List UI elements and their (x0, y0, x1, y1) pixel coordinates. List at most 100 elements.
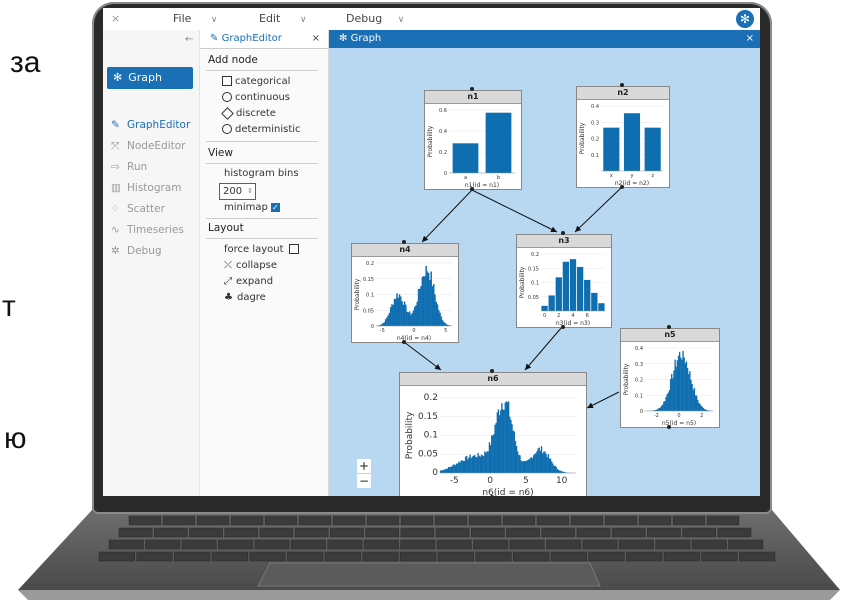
node-port[interactable] (667, 425, 671, 429)
bar (598, 303, 605, 311)
histogram-bins-input[interactable]: 200 ⇕ (219, 183, 256, 200)
graph-edge (471, 189, 558, 233)
y-axis-label: Probability (579, 122, 586, 154)
sidebar-item-grapheditor[interactable]: ✎ GraphEditor (111, 119, 190, 131)
window-close-icon[interactable]: × (111, 12, 120, 25)
add-discrete-node[interactable]: discrete (221, 106, 276, 120)
node-port[interactable] (620, 83, 624, 87)
keyboard-key (626, 551, 663, 562)
bar (555, 277, 562, 311)
graph-button[interactable]: ✻ Graph (107, 67, 193, 89)
sidebar-item-histogram[interactable]: ▥ Histogram (111, 182, 181, 194)
y-tick-label: 0.05 (363, 308, 374, 314)
bar (485, 112, 512, 173)
add-continuous-node[interactable]: continuous (222, 92, 290, 103)
node-port[interactable] (402, 240, 406, 244)
menu-debug[interactable]: Debug ∨ (346, 12, 404, 25)
histogram-bin (509, 416, 511, 473)
sidebar-item-nodeeditor[interactable]: ⤧ NodeEditor (111, 140, 185, 153)
histogram-bin (444, 322, 446, 326)
node-port[interactable] (490, 495, 494, 496)
add-deterministic-node[interactable]: deterministic (222, 124, 301, 135)
keyboard-key (224, 527, 259, 538)
node-port[interactable] (490, 369, 494, 373)
keyboard-key (728, 539, 764, 550)
y-tick-label: 0.1 (424, 431, 438, 441)
zoom-out-button[interactable]: − (357, 474, 371, 488)
node-port[interactable] (620, 185, 624, 189)
sidebar-item-scatter[interactable]: ⁘ Scatter (111, 203, 165, 215)
histogram-bin (391, 304, 393, 326)
histogram-bin (503, 409, 505, 473)
node-port[interactable] (667, 325, 671, 329)
node-port[interactable] (470, 187, 474, 191)
menu-file[interactable]: File ∨ (173, 12, 218, 25)
histogram-bin (480, 454, 483, 473)
dagre-icon: ♣ (224, 292, 233, 303)
expand-button[interactable]: ⤢ expand (224, 276, 273, 287)
histogram-bin (434, 294, 436, 326)
zoom-in-button[interactable]: + (357, 459, 371, 473)
histogram-bin (471, 456, 474, 473)
y-tick-label: 0.6 (439, 108, 447, 114)
add-categorical-node[interactable]: categorical (222, 76, 290, 87)
tab-grapheditor[interactable]: ✎ GraphEditor × (200, 30, 328, 49)
histogram-bin (552, 463, 554, 473)
tab-close-icon[interactable]: × (312, 30, 320, 48)
histogram-bin (554, 465, 556, 473)
graph-node-n6[interactable]: n6 Probability n6(id = n6) 0 0.05 0.1 0.15 0.2-… (399, 372, 587, 496)
menu-edit[interactable]: Edit ∨ (259, 12, 306, 25)
collapse-arrow-icon[interactable]: ← (185, 34, 193, 45)
histogram-bin (486, 451, 488, 473)
graph-edge (421, 189, 473, 243)
y-axis-label: Probability (519, 266, 526, 298)
node-port[interactable] (561, 325, 565, 329)
histogram-bin (699, 403, 701, 411)
histogram-bin (495, 422, 497, 473)
sidebar-item-debug[interactable]: ✲ Debug (111, 245, 162, 257)
histogram-bin (450, 466, 452, 473)
keyboard-key (294, 527, 329, 538)
collapse-button[interactable]: ⤫ collapse (224, 260, 277, 271)
y-tick-label: 0.05 (528, 295, 539, 301)
node-port[interactable] (561, 231, 565, 235)
sidebar-item-timeseries[interactable]: ∿ Timeseries (111, 224, 184, 236)
graph-node-n3[interactable]: n3 Probability n3(id = n3) 0.05 0.1 0.15 0.2 0 2… (516, 234, 612, 328)
histogram-bin (520, 460, 522, 473)
histogram-bin (420, 286, 422, 326)
graph-node-n1[interactable]: n1 Probability n1(id = n1) 0 0.2 0.4 0.6 a b (424, 90, 522, 190)
histogram-bin (663, 401, 665, 411)
histogram-bin (478, 455, 480, 473)
spinner-icon: ⇕ (247, 187, 253, 195)
histogram-bin (406, 311, 408, 326)
keyboard-key (513, 551, 550, 562)
sidebar-item-run[interactable]: ⇨ Run (111, 161, 147, 173)
histogram-bin (483, 455, 485, 473)
y-tick-label: 0.2 (439, 150, 447, 156)
app-window: × File ∨ Edit ∨ Debug ∨ ✻ ← ✻ Graph ✎ Grap… (103, 8, 760, 496)
minimap-toggle[interactable]: minimap ✓ (224, 202, 280, 213)
app-logo-icon[interactable]: ✻ (736, 10, 754, 28)
histogram-bin (459, 462, 461, 473)
keyboard-key (98, 551, 135, 562)
histogram-bin (438, 310, 440, 326)
node-port[interactable] (402, 340, 406, 344)
keyboard-key (655, 539, 691, 550)
diamond-icon (221, 106, 234, 120)
histogram-bin (410, 314, 412, 326)
histogram-bin (479, 456, 481, 473)
force-layout-toggle[interactable]: force layout (224, 244, 302, 255)
histogram-bin (544, 451, 546, 473)
node-port[interactable] (470, 87, 474, 91)
graph-node-n4[interactable]: n4 Probability n4(id = n4) 0 0.05 0.1 0.15 0.2-… (351, 243, 459, 343)
histogram-bin (548, 458, 551, 473)
graph-node-n2[interactable]: n2 Probability n2(id = n2) 0.1 0.2 0.3 0.4 x y z (576, 86, 670, 188)
histogram-bin (392, 304, 394, 326)
histogram-bin (481, 455, 484, 473)
bar (591, 292, 598, 311)
dagre-button[interactable]: ♣ dagre (224, 292, 266, 303)
graph-node-n5[interactable]: n5 Probability n5(id = n5) 0 0.1 0.2 0.3 0.4 -2 0… (620, 328, 720, 428)
histogram-bin (462, 460, 464, 473)
keyboard-key (536, 515, 570, 526)
graph-canvas[interactable]: ✻ Graph × n1 Probability n1(id = n1) 0 0.2 0.4… (329, 30, 760, 496)
